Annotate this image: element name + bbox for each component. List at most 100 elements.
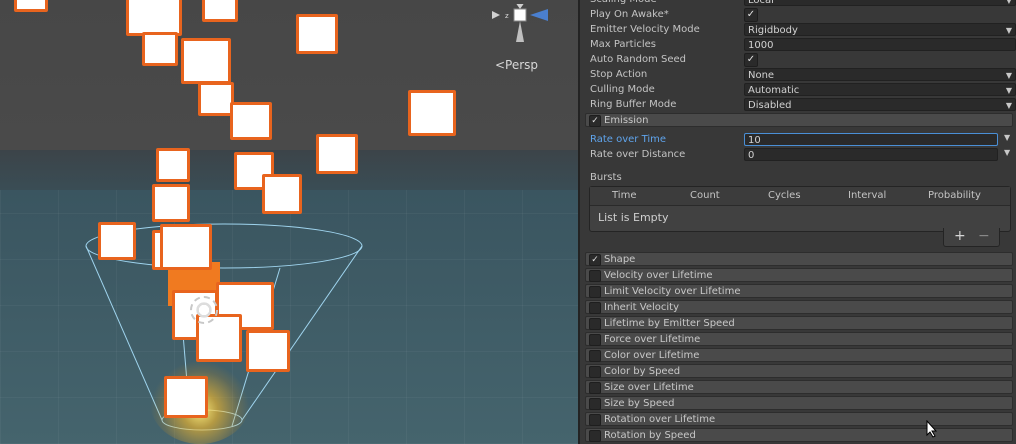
property-row: Emitter Velocity Mode Rigidbody — [588, 23, 1016, 38]
property-label: Auto Random Seed — [590, 54, 686, 65]
module-checkbox[interactable] — [589, 350, 601, 362]
property-label: Culling Mode — [590, 84, 655, 95]
particle — [408, 90, 456, 136]
property-label: Play On Awake* — [590, 9, 669, 20]
bursts-col-interval: Interval — [848, 190, 887, 201]
property-row: Ring Buffer Mode Disabled — [588, 98, 1016, 113]
property-label: Scaling Mode — [590, 0, 657, 5]
particle — [198, 82, 234, 116]
property-checkbox[interactable]: ✓ — [744, 8, 758, 22]
property-dropdown[interactable]: Rigidbody — [744, 23, 1016, 37]
property-dropdown[interactable]: Local — [744, 0, 1016, 7]
module-checkbox[interactable] — [589, 382, 601, 394]
module-label: Size over Lifetime — [604, 382, 694, 393]
rate-over-time-row: Rate over Time 10 ▼ — [588, 133, 1014, 148]
bursts-add-remove: + − — [943, 228, 1000, 247]
property-row: Auto Random Seed ✓ — [588, 53, 1014, 68]
bursts-empty-text: List is Empty — [598, 211, 669, 224]
bursts-col-count: Count — [690, 190, 720, 201]
particle — [246, 330, 290, 372]
remove-burst-button[interactable]: − — [978, 228, 990, 244]
module-label: Emission — [604, 115, 649, 126]
rate-over-distance-field[interactable]: 0 — [744, 148, 998, 161]
module-checkbox[interactable]: ✓ — [589, 254, 601, 266]
particle — [152, 184, 190, 222]
module-header[interactable]: Force over Lifetime — [585, 332, 1013, 346]
module-header[interactable]: ✓ Shape — [585, 252, 1013, 266]
rate-over-time-field[interactable]: 10 — [744, 133, 998, 146]
module-label: Size by Speed — [604, 398, 675, 409]
rate-over-time-curve-dropdown[interactable]: ▼ — [1004, 133, 1010, 142]
property-label: Max Particles — [590, 39, 657, 50]
module-label: Rotation by Speed — [604, 430, 696, 441]
module-label: Force over Lifetime — [604, 334, 701, 345]
bursts-label: Bursts — [590, 172, 622, 183]
module-label: Color by Speed — [604, 366, 681, 377]
property-row: Max Particles 1000 — [588, 38, 1016, 53]
module-header[interactable]: Inherit Velocity — [585, 300, 1013, 314]
module-header[interactable]: Rotation by Speed — [585, 428, 1013, 442]
particle — [142, 32, 178, 66]
emitter-sun-icon — [190, 296, 218, 324]
rate-over-distance-row: Rate over Distance 0 ▼ — [588, 148, 1014, 163]
particle — [262, 174, 302, 214]
add-burst-button[interactable]: + — [954, 228, 966, 244]
property-label: Emitter Velocity Mode — [590, 24, 700, 35]
module-label: Color over Lifetime — [604, 350, 700, 361]
module-header[interactable]: Color by Speed — [585, 364, 1013, 378]
rate-over-distance-label: Rate over Distance — [590, 149, 686, 160]
svg-text:z: z — [505, 12, 509, 20]
module-checkbox[interactable] — [589, 430, 601, 442]
module-label: Inherit Velocity — [604, 302, 679, 313]
emission-checkbox[interactable]: ✓ — [589, 115, 601, 127]
scene-view[interactable]: z <Persp — [0, 0, 578, 444]
module-header[interactable]: Lifetime by Emitter Speed — [585, 316, 1013, 330]
module-header[interactable]: Size over Lifetime — [585, 380, 1013, 394]
module-checkbox[interactable] — [589, 270, 601, 282]
inspector-panel: Scaling ModeLocalPlay On Awake*✓Emitter … — [578, 0, 1016, 444]
module-checkbox[interactable] — [589, 414, 601, 426]
particle — [164, 376, 208, 418]
property-dropdown[interactable]: Disabled — [744, 98, 1016, 112]
property-label: Ring Buffer Mode — [590, 99, 677, 110]
particle — [230, 102, 272, 140]
shape-cone-gizmo — [85, 223, 363, 431]
particle — [202, 0, 238, 22]
particle — [126, 0, 182, 36]
module-header[interactable]: Color over Lifetime — [585, 348, 1013, 362]
axis-gizmo-icon[interactable]: z — [490, 4, 550, 46]
particle — [98, 222, 136, 260]
particle — [14, 0, 48, 12]
particle — [160, 224, 212, 270]
module-header[interactable]: Velocity over Lifetime — [585, 268, 1013, 282]
bursts-list: Time Count Cycles Interval Probability L… — [589, 186, 1011, 232]
module-header[interactable]: Size by Speed — [585, 396, 1013, 410]
module-label: Shape — [604, 254, 636, 265]
module-checkbox[interactable] — [589, 334, 601, 346]
module-checkbox[interactable] — [589, 286, 601, 298]
module-checkbox[interactable] — [589, 398, 601, 410]
property-dropdown[interactable]: Automatic — [744, 83, 1016, 97]
rate-over-distance-curve-dropdown[interactable]: ▼ — [1004, 148, 1010, 157]
property-checkbox[interactable]: ✓ — [744, 53, 758, 67]
module-header-emission[interactable]: ✓ Emission — [585, 113, 1013, 127]
property-field[interactable]: 1000 — [744, 38, 1016, 51]
camera-mode-toggle[interactable]: <Persp — [495, 58, 538, 72]
property-row: Play On Awake* ✓ — [588, 8, 1014, 23]
module-label: Velocity over Lifetime — [604, 270, 713, 281]
property-row: Culling Mode Automatic — [588, 83, 1016, 98]
particle — [156, 148, 190, 182]
particle — [181, 38, 231, 84]
mouse-cursor-icon — [926, 419, 938, 438]
property-dropdown[interactable]: None — [744, 68, 1016, 82]
module-header[interactable]: Limit Velocity over Lifetime — [585, 284, 1013, 298]
module-checkbox[interactable] — [589, 318, 601, 330]
property-row: Stop Action None — [588, 68, 1016, 83]
module-checkbox[interactable] — [589, 366, 601, 378]
property-label: Stop Action — [590, 69, 648, 80]
module-label: Lifetime by Emitter Speed — [604, 318, 735, 329]
module-header[interactable]: Rotation over Lifetime — [585, 412, 1013, 426]
property-row: Scaling Mode Local — [588, 0, 1016, 8]
module-checkbox[interactable] — [589, 302, 601, 314]
bursts-header: Time Count Cycles Interval Probability — [590, 187, 1010, 206]
